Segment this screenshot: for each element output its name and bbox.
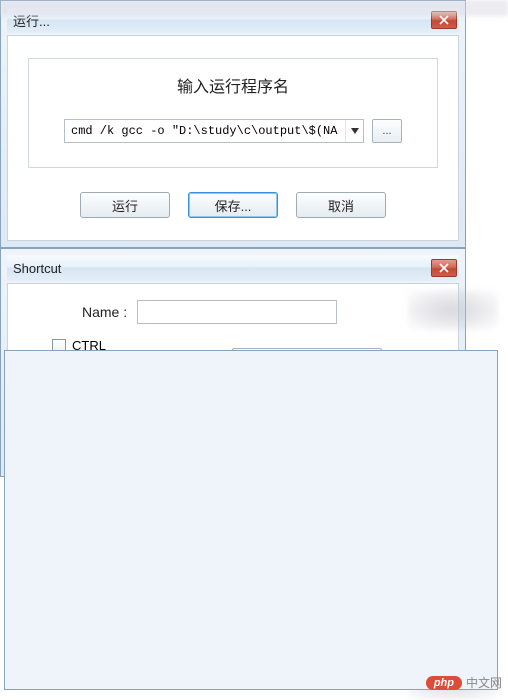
cancel-button-label: 取消: [328, 196, 354, 215]
name-input[interactable]: [137, 300, 337, 324]
command-input[interactable]: [65, 124, 345, 138]
combo-dropdown-button[interactable]: [345, 120, 363, 142]
cancel-button[interactable]: 取消: [296, 192, 386, 218]
run-dialog: 运行... 输入运行程序名 ... 运行 保存... 取消: [0, 0, 466, 248]
run-group-title: 输入运行程序名: [41, 73, 425, 97]
save-button-label: 保存...: [215, 196, 252, 215]
close-icon: [439, 263, 449, 273]
watermark-text: 中文网: [466, 674, 502, 691]
shortcut-dialog-title: Shortcut: [13, 261, 61, 276]
browse-button[interactable]: ...: [372, 119, 402, 143]
shortcut-dialog-titlebar: Shortcut: [7, 255, 459, 281]
run-dialog-body: 输入运行程序名 ... 运行 保存... 取消: [7, 35, 459, 241]
run-button[interactable]: 运行: [80, 192, 170, 218]
close-button[interactable]: [431, 259, 457, 277]
watermark: php 中文网: [426, 674, 502, 691]
run-button-label: 运行: [112, 196, 138, 215]
command-combo[interactable]: [64, 119, 364, 143]
save-button[interactable]: 保存...: [188, 192, 278, 218]
close-icon: [439, 15, 449, 25]
run-groupbox: 输入运行程序名 ...: [28, 58, 438, 168]
php-badge: php: [426, 676, 462, 690]
chevron-down-icon: [351, 128, 359, 134]
run-input-row: ...: [41, 119, 425, 143]
background-window: [4, 350, 498, 690]
browse-button-label: ...: [382, 125, 391, 137]
name-row: Name :: [28, 300, 438, 324]
run-button-row: 运行 保存... 取消: [24, 186, 442, 228]
name-label: Name :: [82, 304, 127, 320]
